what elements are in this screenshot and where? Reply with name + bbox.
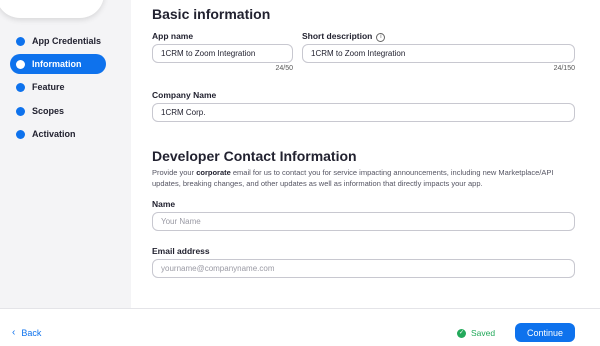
short-description-label: Short description i — [302, 31, 386, 42]
company-name-input[interactable] — [152, 103, 575, 122]
description-emphasis: corporate — [196, 168, 231, 177]
app-name-label: App name — [152, 31, 194, 41]
sidebar-item-information[interactable]: Information — [10, 54, 106, 74]
saved-status: ✓ Saved — [457, 328, 495, 338]
back-button-label: Back — [21, 327, 42, 338]
short-description-counter: 24/150 — [553, 65, 575, 72]
step-dot-icon — [16, 82, 25, 92]
developer-contact-description: Provide your corporate email for us to c… — [152, 167, 582, 189]
footer-bar: ‹ Back ✓ Saved Continue — [0, 308, 600, 346]
check-circle-icon: ✓ — [457, 328, 466, 338]
step-dot-icon — [16, 59, 25, 69]
step-dot-icon — [16, 106, 25, 116]
sidebar-item-label: Scopes — [32, 106, 65, 116]
sidebar: App Credentials Information Feature Scop… — [0, 0, 118, 308]
information-form: Basic information App name 24/50 Short d… — [131, 0, 600, 308]
saved-status-label: Saved — [471, 328, 496, 338]
step-dot-icon — [16, 36, 25, 46]
company-name-label: Company Name — [152, 90, 217, 100]
app-name-counter: 24/50 — [275, 65, 293, 72]
app-name-input[interactable] — [152, 44, 293, 63]
basic-information-heading: Basic information — [152, 6, 271, 22]
developer-contact-heading: Developer Contact Information — [152, 148, 357, 164]
name-label: Name — [152, 199, 176, 209]
email-address-input[interactable] — [152, 259, 575, 278]
sidebar-item-label: App Credentials — [32, 36, 102, 46]
sidebar-item-scopes[interactable]: Scopes — [10, 101, 106, 121]
info-icon[interactable]: i — [376, 33, 386, 42]
sidebar-item-label: Feature — [32, 82, 65, 92]
short-description-label-text: Short description — [302, 31, 373, 41]
description-text: Provide your — [152, 168, 197, 177]
chevron-left-icon: ‹ — [12, 327, 16, 338]
sidebar-item-feature[interactable]: Feature — [10, 77, 106, 97]
back-button[interactable]: ‹ Back — [12, 327, 41, 338]
short-description-input[interactable] — [302, 44, 575, 63]
sidebar-item-activation[interactable]: Activation — [10, 124, 106, 144]
name-input[interactable] — [152, 212, 575, 231]
email-address-label: Email address — [152, 246, 210, 256]
step-dot-icon — [16, 129, 25, 139]
sidebar-item-label: Activation — [32, 129, 76, 139]
app-logo-card — [0, 0, 104, 18]
sidebar-item-label: Information — [32, 59, 82, 69]
sidebar-item-app-credentials[interactable]: App Credentials — [10, 31, 106, 51]
continue-button[interactable]: Continue — [515, 323, 575, 342]
